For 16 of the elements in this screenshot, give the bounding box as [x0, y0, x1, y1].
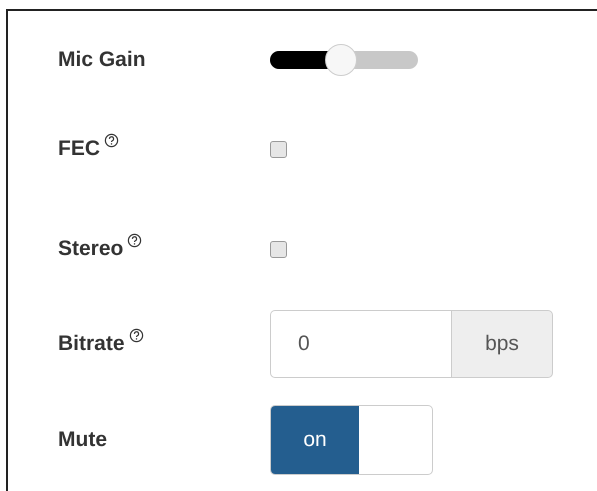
- checkbox[interactable]: [270, 240, 287, 258]
- mute-toggle[interactable]: on: [270, 405, 433, 476]
- unit-label: bps: [451, 310, 553, 378]
- help-icon[interactable]: [128, 328, 144, 344]
- setting-label: Mic Gain: [58, 48, 146, 72]
- setting-label: Stereo: [58, 237, 124, 262]
- help-icon[interactable]: [104, 133, 119, 148]
- setting-label: Mute: [58, 428, 107, 452]
- gain-slider[interactable]: [270, 44, 418, 76]
- slider-thumb[interactable]: [325, 44, 358, 76]
- toggle-state-label: on: [271, 406, 359, 474]
- setting-label: FEC: [58, 137, 100, 162]
- checkbox[interactable]: [270, 140, 287, 158]
- bitrate-field[interactable]: 0: [270, 310, 451, 378]
- help-icon[interactable]: [127, 233, 142, 248]
- setting-label: Bitrate: [58, 332, 125, 356]
